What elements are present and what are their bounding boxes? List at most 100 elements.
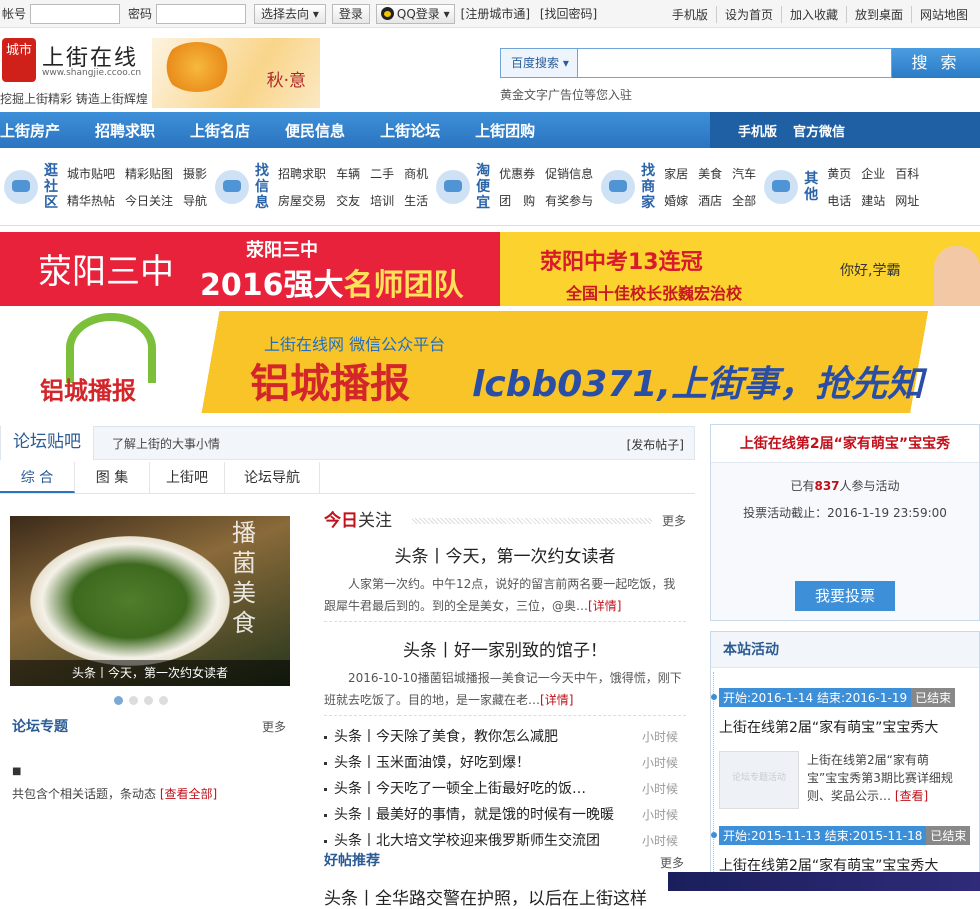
text-ad-slot[interactable]: 黄金文字广告位等您入驻 [500, 86, 632, 103]
quick-group-title[interactable]: 其他 [801, 171, 821, 203]
news-title[interactable]: 头条丨今天除了美食，教你怎么减肥 [334, 729, 558, 745]
article-detail-link[interactable]: [详情] [540, 693, 573, 707]
slide-dot[interactable] [114, 696, 123, 705]
quick-group-links: 优惠券 促销信息 团 购 有奖参与 [499, 165, 593, 209]
quick-link[interactable]: 促销信息 [545, 165, 593, 182]
mobile-link[interactable]: 手机版 [664, 6, 716, 23]
destination-select[interactable]: 选择去向 ▾ [254, 3, 326, 24]
quick-link[interactable]: 二手 [370, 165, 394, 182]
tab-forum-nav[interactable]: 论坛导航 [225, 462, 320, 493]
article-headline[interactable]: 头条丨好一家别致的馆子！ [324, 636, 686, 661]
quick-link[interactable]: 精华热帖 [67, 192, 115, 209]
nav-item-groupbuy[interactable]: 上街团购 [457, 120, 550, 141]
quick-link[interactable]: 导航 [183, 192, 207, 209]
search-engine-select[interactable]: 百度搜索 ▾ [500, 48, 578, 78]
quick-link[interactable]: 团 购 [499, 192, 535, 209]
quick-link[interactable]: 建站 [861, 192, 885, 209]
quick-link[interactable]: 商机 [404, 165, 428, 182]
quick-group-title[interactable]: 找信息 [252, 163, 272, 211]
quick-link[interactable]: 汽车 [732, 165, 756, 182]
vote-title[interactable]: 上街在线第2届“家有萌宝”宝宝秀 [711, 425, 979, 463]
search-input[interactable] [578, 48, 892, 78]
quick-link[interactable]: 婚嫁 [664, 192, 688, 209]
quick-group-title[interactable]: 找商家 [638, 163, 658, 211]
news-title[interactable]: 头条丨最美好的事情，就是饿的时候有一晚暖 [334, 807, 614, 823]
school-ad-banner[interactable]: 荥阳三中 荥阳三中 2016强大名师团队 荥阳中考13连冠 全国十佳校长张巍宏治… [0, 232, 980, 306]
nav-wechat-link[interactable]: 官方微信 [785, 121, 853, 140]
topics-more-link[interactable]: 更多 [262, 718, 286, 735]
activity-thumbnail[interactable]: 论坛专题活动 [719, 751, 799, 809]
quick-link[interactable]: 优惠券 [499, 165, 535, 182]
tab-tieba[interactable]: 上街吧 [150, 462, 225, 493]
quick-link[interactable]: 房屋交易 [278, 192, 326, 209]
news-title[interactable]: 头条丨今天吃了一顿全上街最好吃的饭… [334, 781, 586, 797]
news-title[interactable]: 头条丨北大培文学校迎来俄罗斯师生交流团 [334, 833, 600, 849]
forgot-password-link[interactable]: [找回密码] [540, 7, 597, 21]
search-button[interactable]: 搜 索 [892, 48, 980, 78]
good-post-headline[interactable]: 头条丨全华路交警在护照，以后在上街这样 [324, 884, 686, 909]
quick-link[interactable]: 城市贴吧 [67, 165, 115, 182]
slide-dot[interactable] [129, 696, 138, 705]
quick-link[interactable]: 网址 [895, 192, 919, 209]
nav-item-forum[interactable]: 上街论坛 [362, 120, 455, 141]
quick-link[interactable]: 培训 [370, 192, 394, 209]
view-all-link[interactable]: [查看全部] [160, 787, 217, 801]
chat-bubble-icon [4, 169, 38, 204]
nav-mobile-link[interactable]: 手机版 [730, 121, 785, 140]
quick-link[interactable]: 今日关注 [125, 192, 173, 209]
list-item[interactable]: 头条丨玉米面油馍，好吃到爆！ 小时候 [324, 750, 686, 776]
featured-photo[interactable]: 播菌美食 头条丨今天，第一次约女读者 [10, 516, 290, 686]
quick-link[interactable]: 百科 [895, 165, 919, 182]
site-logo[interactable]: 城市 上街在线 www.shangjie.ccoo.cn 挖掘上街精彩 铸造上街… [0, 38, 152, 108]
password-input[interactable] [156, 3, 247, 24]
set-homepage-link[interactable]: 设为首页 [715, 6, 781, 23]
post-topic-link[interactable]: [发布帖子] [627, 436, 684, 453]
article-headline[interactable]: 头条丨今天，第一次约女读者 [324, 542, 686, 567]
quick-group-title[interactable]: 淘便宜 [473, 163, 493, 211]
article-detail-link[interactable]: [详情] [588, 599, 621, 613]
slide-dot[interactable] [159, 696, 168, 705]
tab-overview[interactable]: 综 合 [0, 462, 75, 493]
list-item[interactable]: 头条丨今天吃了一顿全上街最好吃的饭… 小时候 [324, 776, 686, 802]
photo-caption[interactable]: 头条丨今天，第一次约女读者 [10, 660, 290, 686]
vote-button[interactable]: 我要投票 [795, 581, 895, 611]
quick-link[interactable]: 全部 [732, 192, 756, 209]
nav-item-shops[interactable]: 上街名店 [172, 120, 265, 141]
quick-link[interactable]: 企业 [861, 165, 885, 182]
list-item[interactable]: 头条丨今天除了美食，教你怎么减肥 小时候 [324, 724, 686, 750]
list-item[interactable]: 头条丨最美好的事情，就是饿的时候有一晚暖 小时候 [324, 802, 686, 828]
quick-link[interactable]: 电话 [827, 192, 851, 209]
nav-item-convenience[interactable]: 便民信息 [267, 120, 360, 141]
quick-link[interactable]: 交友 [336, 192, 360, 209]
quick-group-title[interactable]: 逛社区 [41, 163, 61, 211]
quick-link[interactable]: 黄页 [827, 165, 851, 182]
quick-link[interactable]: 有奖参与 [545, 192, 593, 209]
tab-gallery[interactable]: 图 集 [75, 462, 150, 493]
activity-view-link[interactable]: [查看] [895, 789, 928, 803]
nav-item-jobs[interactable]: 招聘求职 [77, 120, 170, 141]
account-input[interactable] [30, 3, 121, 24]
wechat-ad-banner[interactable]: 铝城播报 上街在线网 微信公众平台 铝城播报 lcbb0371,上街事，抢先知 [0, 311, 980, 413]
today-more-link[interactable]: 更多 [662, 512, 686, 529]
desktop-link[interactable]: 放到桌面 [845, 6, 911, 23]
quick-link[interactable]: 酒店 [698, 192, 722, 209]
sitemap-link[interactable]: 网站地图 [910, 6, 976, 23]
quick-link[interactable]: 精彩贴图 [125, 165, 173, 182]
floating-ad-strip[interactable] [668, 872, 980, 891]
add-favorite-link[interactable]: 加入收藏 [780, 6, 846, 23]
activity-title[interactable]: 上街在线第2届“家有萌宝”宝宝秀大 [719, 717, 957, 737]
news-title[interactable]: 头条丨玉米面油馍，好吃到爆！ [334, 755, 530, 771]
quick-link[interactable]: 家居 [664, 165, 688, 182]
slide-dot[interactable] [144, 696, 153, 705]
quick-link[interactable]: 车辆 [336, 165, 360, 182]
quick-link[interactable]: 美食 [698, 165, 722, 182]
top-bar: 帐号 密码 选择去向 ▾ 登录 QQ登录 ▾ [注册城市通] [找回密码] 手机… [0, 0, 980, 28]
login-button[interactable]: 登录 [331, 3, 370, 24]
quick-link[interactable]: 招聘求职 [278, 165, 326, 182]
register-link[interactable]: [注册城市通] [461, 7, 530, 21]
qq-login-button[interactable]: QQ登录 ▾ [375, 3, 455, 24]
quick-link[interactable]: 摄影 [183, 165, 207, 182]
good-posts-more-link[interactable]: 更多 [660, 854, 684, 871]
nav-item-realestate[interactable]: 上街房产 [0, 120, 75, 141]
quick-link[interactable]: 生活 [404, 192, 428, 209]
